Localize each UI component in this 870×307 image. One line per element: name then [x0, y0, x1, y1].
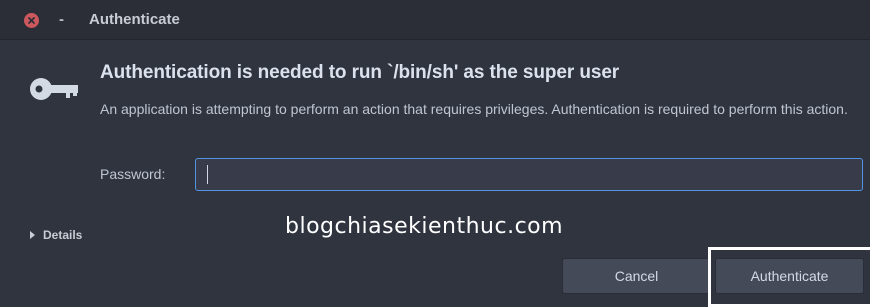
titlebar: - Authenticate	[0, 0, 870, 40]
password-input[interactable]	[195, 158, 863, 191]
authenticate-button[interactable]: Authenticate	[715, 258, 864, 294]
text-caret	[207, 165, 208, 184]
dialog-description: An application is attempting to perform …	[100, 101, 848, 117]
password-label: Password:	[100, 166, 166, 182]
chevron-right-icon	[30, 231, 35, 239]
dialog-heading: Authentication is needed to run `/bin/sh…	[100, 62, 620, 83]
key-icon	[28, 76, 80, 107]
details-expander[interactable]: Details	[30, 228, 82, 242]
details-label: Details	[43, 228, 83, 242]
minimize-button[interactable]: -	[59, 11, 64, 28]
cancel-button[interactable]: Cancel	[562, 258, 711, 294]
watermark-text: blogchiasekienthuc.com	[285, 214, 564, 239]
close-icon[interactable]	[24, 13, 39, 28]
window-title: Authenticate	[89, 11, 180, 28]
authentication-dialog: - Authenticate Authentication is needed …	[0, 0, 870, 307]
